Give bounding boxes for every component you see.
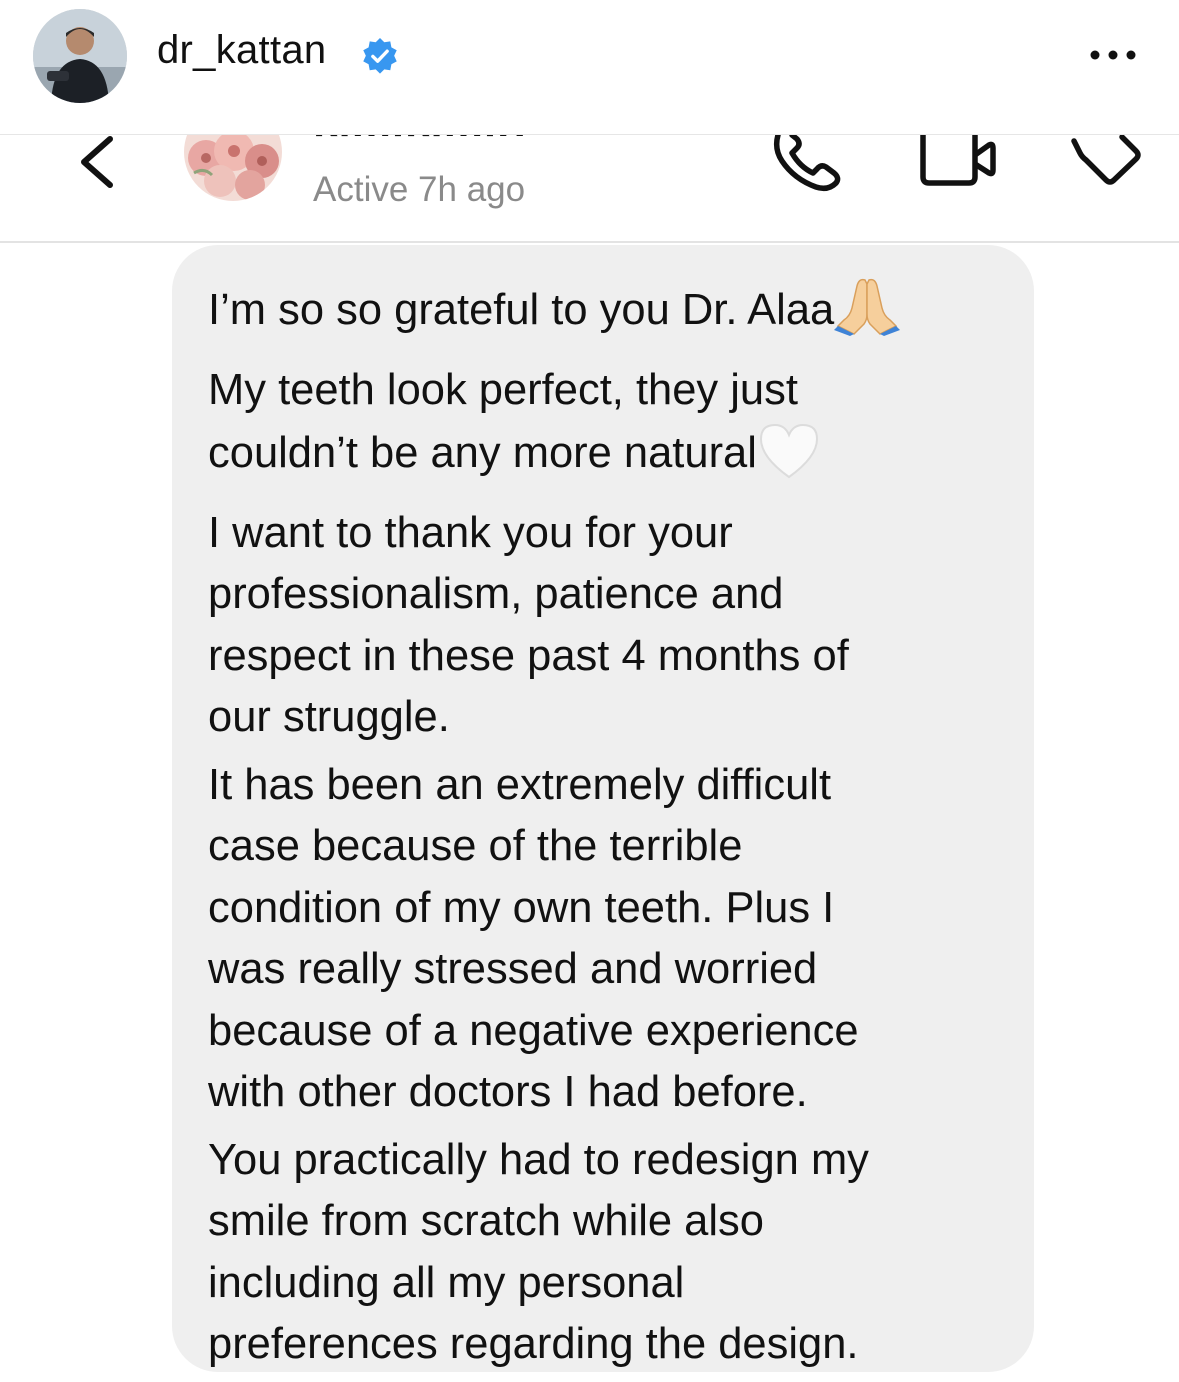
message-line: My teeth look perfect, they just couldn’… bbox=[208, 365, 798, 478]
more-horizontal-icon[interactable] bbox=[1087, 40, 1139, 70]
post-header: dr_kattan bbox=[0, 0, 1179, 135]
tag-icon[interactable] bbox=[1070, 135, 1145, 193]
message-text: I’m so so grateful to you Dr. Alaa My te… bbox=[208, 274, 998, 1382]
phone-call-icon[interactable] bbox=[770, 135, 845, 193]
dm-header: kimikimi.7 Active 7h ago bbox=[0, 135, 1179, 243]
folded-hands-emoji bbox=[834, 274, 901, 354]
message-paragraph: You practically had to redesign my smile… bbox=[208, 1135, 869, 1369]
message-paragraph: It has been an extremely difficult case … bbox=[208, 760, 859, 1117]
profile-avatar[interactable] bbox=[33, 9, 127, 103]
message-paragraph: I want to thank you for your professiona… bbox=[208, 508, 849, 742]
contact-avatar[interactable] bbox=[184, 135, 282, 201]
active-status: Active 7h ago bbox=[313, 170, 526, 209]
back-chevron-icon[interactable] bbox=[74, 135, 124, 195]
username[interactable]: dr_kattan bbox=[157, 28, 326, 73]
contact-name[interactable]: kimikimi.7 bbox=[313, 135, 536, 147]
message-line: I’m so so grateful to you Dr. Alaa bbox=[208, 286, 835, 334]
message-paragraph: My teeth look perfect, they just couldn’… bbox=[208, 360, 998, 497]
verified-badge-icon bbox=[363, 37, 397, 74]
message-paragraph: I’m so so grateful to you Dr. Alaa bbox=[208, 274, 998, 354]
video-call-icon[interactable] bbox=[917, 135, 997, 187]
white-heart-emoji bbox=[757, 421, 821, 497]
